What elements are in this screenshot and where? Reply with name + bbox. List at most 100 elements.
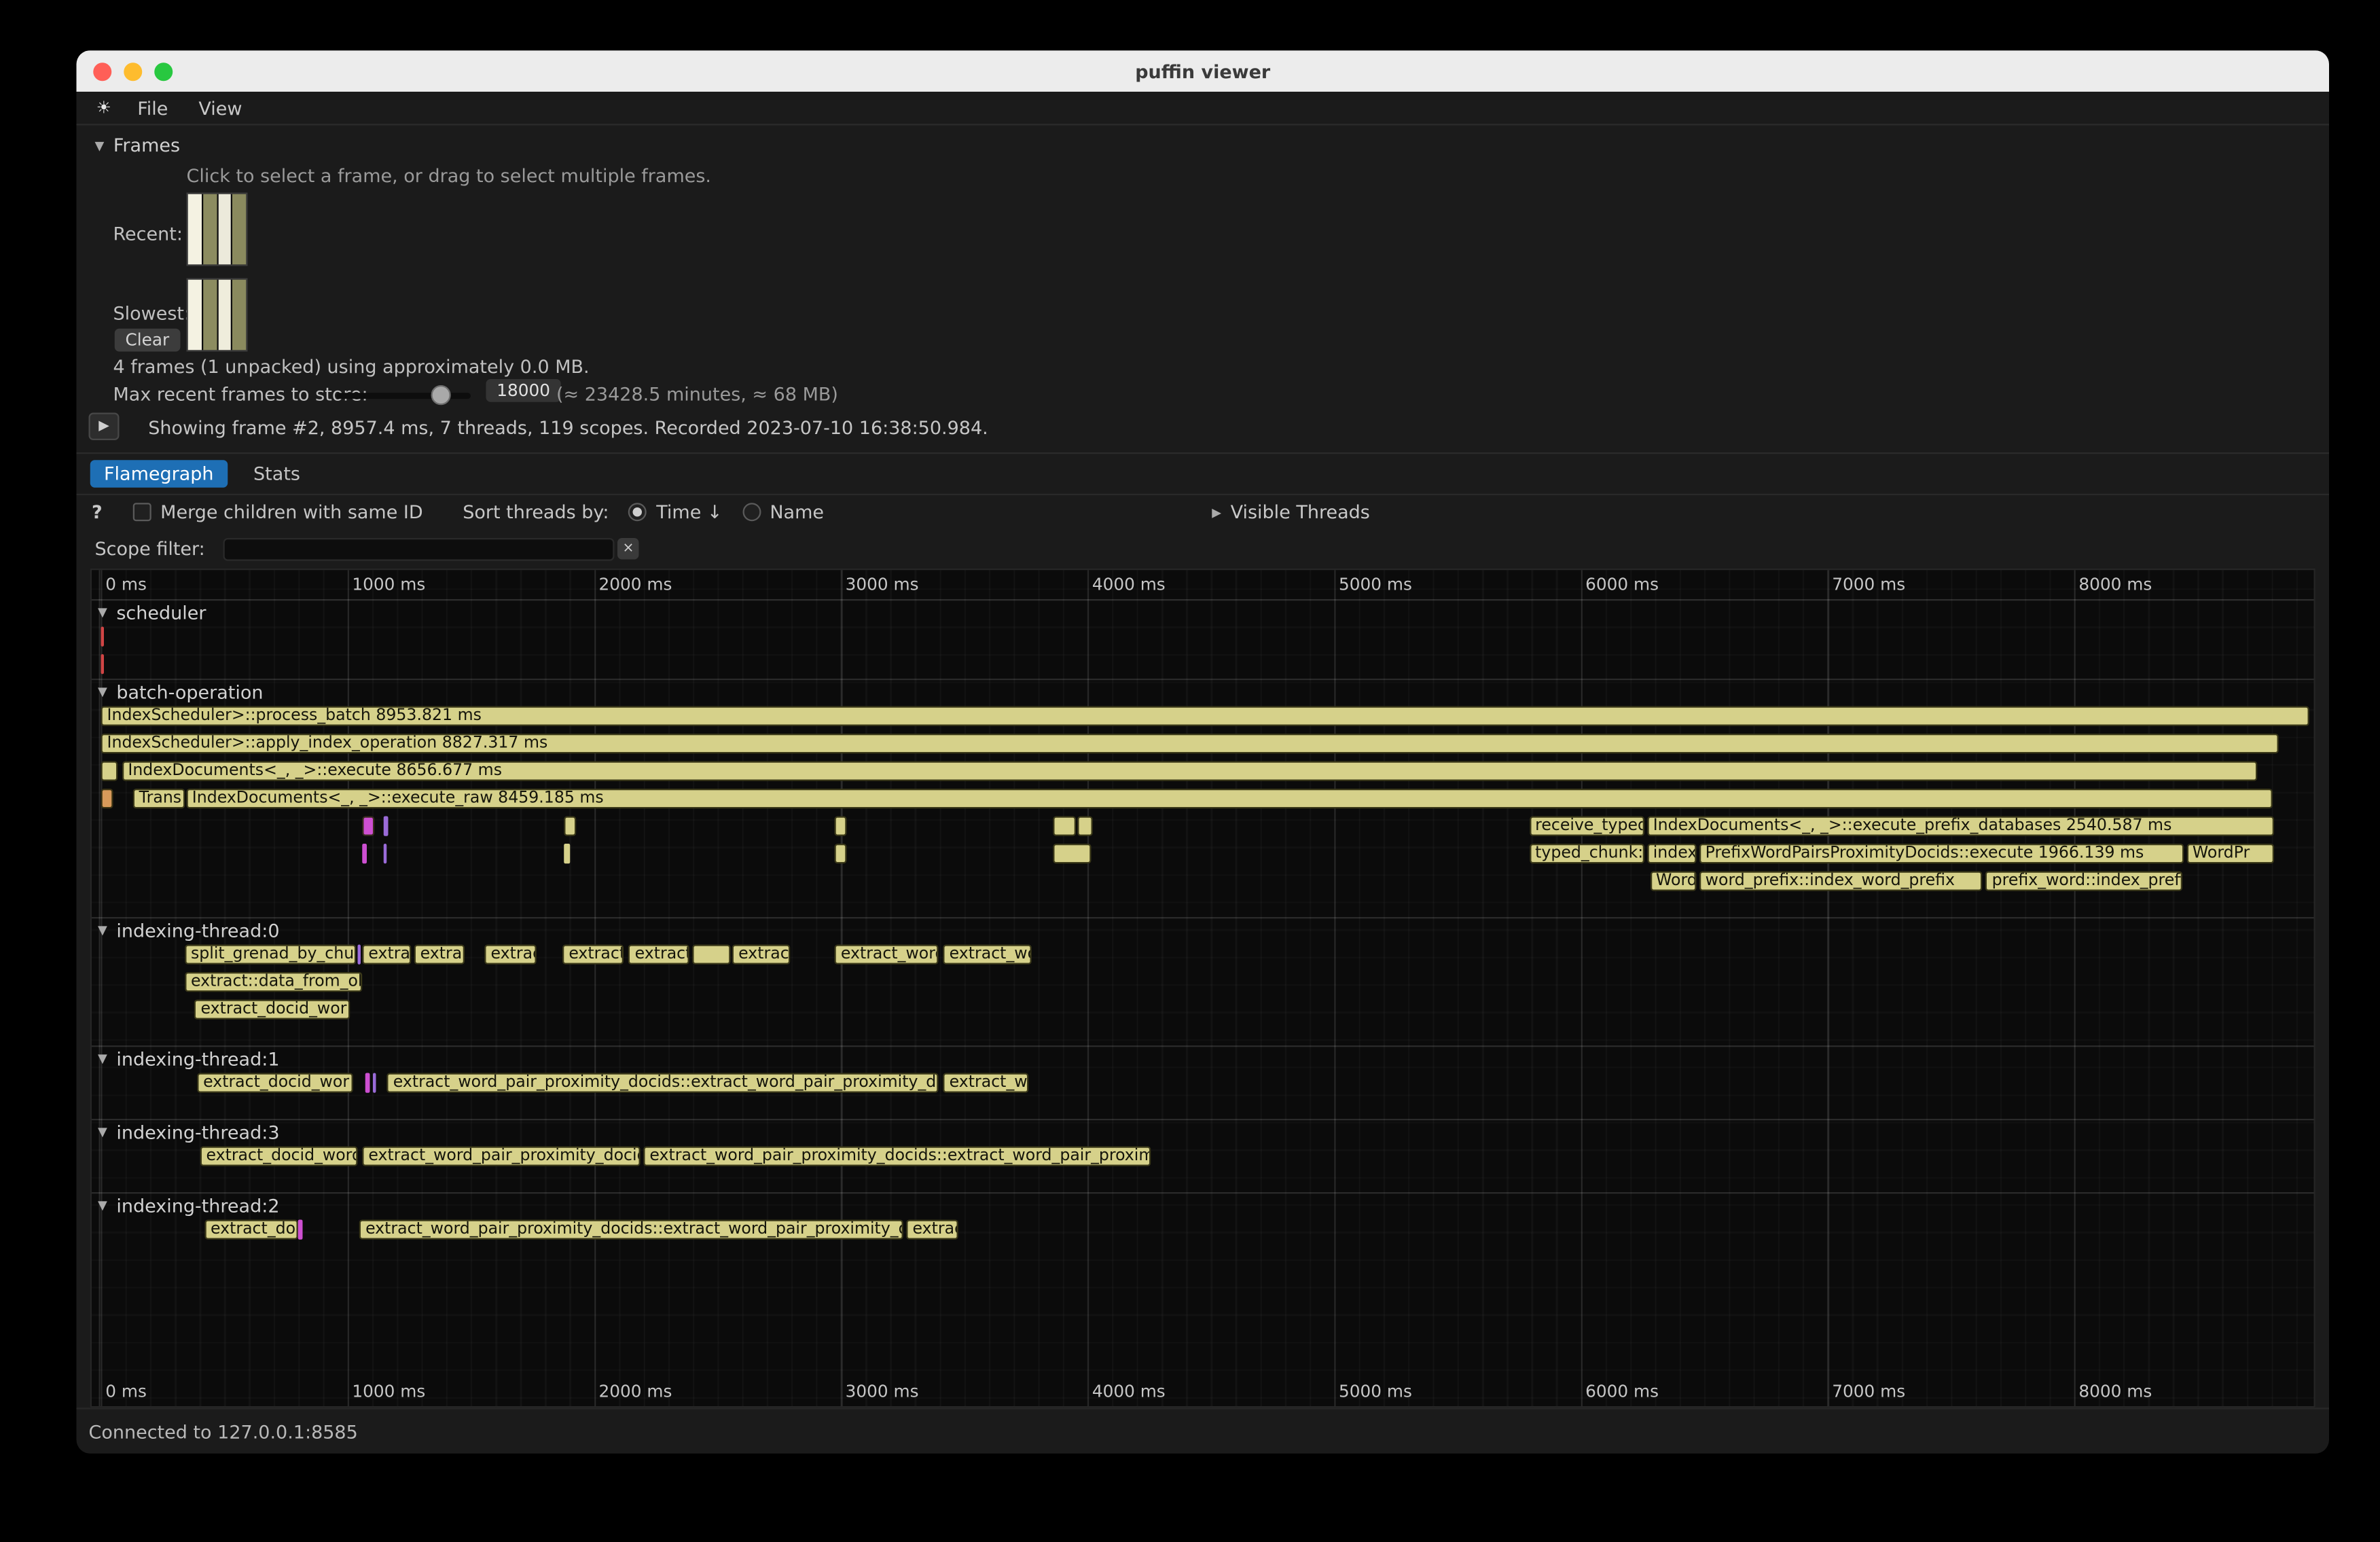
- scope-bar[interactable]: extract: [732, 945, 790, 965]
- menu-file[interactable]: File: [125, 94, 180, 122]
- scope-bar[interactable]: [298, 1220, 303, 1240]
- scope-bar[interactable]: [101, 654, 105, 674]
- slowest-frames-thumbnail[interactable]: [187, 279, 248, 352]
- sort-name-radio[interactable]: [742, 503, 761, 521]
- scope-bar[interactable]: [1053, 817, 1076, 836]
- scope-bar[interactable]: prefix_word::index_prefix_wo: [1986, 872, 2183, 891]
- scope-bar[interactable]: word_prefix::index_word_prefix: [1699, 872, 1983, 891]
- scope-bar[interactable]: extract_doc: [204, 1220, 298, 1240]
- frame-thumbnail-bar[interactable]: [218, 280, 232, 351]
- clear-button[interactable]: Clear: [115, 329, 180, 352]
- frame-thumbnail-bar[interactable]: [188, 280, 202, 351]
- controls-row: ? Merge children with same ID Sort threa…: [77, 495, 2330, 529]
- theme-toggle-button[interactable]: ☀: [89, 96, 120, 120]
- scope-bar[interactable]: [362, 817, 374, 836]
- sort-time-label[interactable]: Time ↓: [656, 501, 722, 523]
- help-button[interactable]: ?: [92, 501, 103, 523]
- scope-bar[interactable]: [835, 817, 847, 836]
- scope-bar[interactable]: split_grenad_by_chun: [185, 945, 356, 965]
- scope-bar[interactable]: [358, 945, 361, 965]
- scope-bar[interactable]: extract_: [362, 945, 411, 965]
- menu-view[interactable]: View: [186, 94, 254, 122]
- scope-bar[interactable]: extract_word_pair_proximity_docids: [362, 1147, 641, 1166]
- frame-thumbnail-bar[interactable]: [203, 194, 217, 265]
- scope-bar[interactable]: extra: [414, 945, 465, 965]
- merge-checkbox[interactable]: [133, 503, 151, 521]
- flamegraph-canvas[interactable]: 0 ms1000 ms2000 ms3000 ms4000 ms5000 ms6…: [90, 569, 2315, 1407]
- scope-bar[interactable]: extract_docid_wor: [197, 1073, 353, 1093]
- scope-bar[interactable]: extract_docid_word: [200, 1147, 357, 1166]
- scope-bar[interactable]: [384, 844, 386, 863]
- play-button[interactable]: ▶: [89, 413, 120, 441]
- scope-bar[interactable]: index: [1647, 844, 1697, 863]
- tab-stats[interactable]: Stats: [247, 460, 306, 488]
- scope-bar[interactable]: IndexDocuments<_, _>::execute_prefix_dat…: [1647, 817, 2274, 836]
- tab-flamegraph[interactable]: Flamegraph: [90, 460, 228, 488]
- scope-bar[interactable]: extract_word_pair_proximity_docids::extr…: [643, 1147, 1151, 1166]
- visible-threads-collapser[interactable]: ▶ Visible Threads: [1212, 501, 1370, 523]
- max-frames-slider[interactable]: [336, 393, 471, 399]
- sort-time-radio[interactable]: [629, 503, 647, 521]
- clear-filter-button[interactable]: ×: [617, 538, 639, 560]
- thread-collapse-header[interactable]: ▼indexing-thread:0: [92, 918, 2314, 942]
- scope-bar[interactable]: typed_chunk::w: [1529, 844, 1644, 863]
- scope-bar[interactable]: extract_: [562, 945, 624, 965]
- merge-label[interactable]: Merge children with same ID: [160, 501, 423, 523]
- scope-bar[interactable]: extract_: [629, 945, 689, 965]
- scope-bar[interactable]: [1078, 817, 1093, 836]
- thread-collapse-header[interactable]: ▼indexing-thread:1: [92, 1047, 2314, 1070]
- scope-bar[interactable]: Word: [1650, 872, 1696, 891]
- scope-bar[interactable]: extract_word: [835, 945, 939, 965]
- scope-bar[interactable]: [362, 844, 366, 863]
- chevron-down-icon: ▼: [98, 685, 107, 698]
- scope-bar[interactable]: extract::data_from_ob: [185, 972, 362, 992]
- scope-bar[interactable]: PrefixWordPairsProximityDocids::execute …: [1699, 844, 2184, 863]
- scope-bar[interactable]: extract_wo: [943, 945, 1032, 965]
- time-axis-tick: 1000 ms: [352, 575, 425, 594]
- time-axis-tick: 6000 ms: [1585, 1382, 1659, 1401]
- scope-filter-row: Scope filter: ×: [77, 529, 2330, 569]
- scope-bar[interactable]: [384, 817, 389, 836]
- scope-bar[interactable]: [101, 761, 118, 781]
- scope-bar[interactable]: extract_docid_wor: [194, 1000, 350, 1020]
- frame-thumbnail-bar[interactable]: [233, 194, 247, 265]
- frames-collapse-header[interactable]: ▼ Frames: [95, 135, 181, 156]
- frame-thumbnail-bar[interactable]: [233, 280, 247, 351]
- scope-bar[interactable]: [373, 1073, 376, 1093]
- scope-bar[interactable]: [365, 1073, 369, 1093]
- scope-bar[interactable]: [1053, 844, 1090, 863]
- slowest-label: Slowest:: [113, 303, 191, 325]
- scope-bar[interactable]: WordPr: [2186, 844, 2275, 863]
- frame-thumbnail-bar[interactable]: [203, 280, 217, 351]
- time-axis-tick: 3000 ms: [846, 575, 919, 594]
- scope-bar[interactable]: IndexScheduler>::apply_index_operation 8…: [101, 734, 2279, 753]
- scope-bar[interactable]: extrac: [485, 945, 537, 965]
- frame-thumbnail-bar[interactable]: [218, 194, 232, 265]
- play-icon: ▶: [98, 419, 109, 435]
- scope-bar[interactable]: IndexScheduler>::process_batch 8953.821 …: [101, 706, 2310, 726]
- recent-frames-thumbnail[interactable]: [187, 193, 248, 266]
- scope-bar[interactable]: extract_word_pair_proximity_docids::extr…: [387, 1073, 939, 1093]
- scope-bar[interactable]: receive_typed_: [1529, 817, 1644, 836]
- scope-bar[interactable]: IndexDocuments<_, _>::execute 8656.677 m…: [122, 761, 2257, 781]
- scope-bar[interactable]: [563, 817, 575, 836]
- thread-collapse-header[interactable]: ▼indexing-thread:2: [92, 1194, 2314, 1217]
- scope-bar[interactable]: [835, 844, 847, 863]
- scope-bar[interactable]: extract_wo: [943, 1073, 1028, 1093]
- slider-knob[interactable]: [431, 385, 451, 405]
- max-frames-value[interactable]: 18000: [486, 379, 561, 402]
- scope-bar[interactable]: [564, 844, 570, 863]
- thread-collapse-header[interactable]: ▼indexing-thread:3: [92, 1120, 2314, 1143]
- scope-filter-input[interactable]: [223, 537, 615, 560]
- scope-bar[interactable]: extrac: [907, 1220, 958, 1240]
- sort-name-label[interactable]: Name: [770, 501, 824, 523]
- thread-collapse-header[interactable]: ▼batch-operation: [92, 680, 2314, 703]
- scope-bar[interactable]: IndexDocuments<_, _>::execute_raw 8459.1…: [186, 789, 2273, 808]
- scope-bar[interactable]: [693, 945, 730, 965]
- scope-bar[interactable]: Trans: [133, 789, 185, 808]
- scope-bar[interactable]: [101, 627, 105, 647]
- scope-bar[interactable]: [101, 789, 113, 808]
- thread-collapse-header[interactable]: ▼scheduler: [92, 600, 2314, 624]
- scope-bar[interactable]: extract_word_pair_proximity_docids::extr…: [359, 1220, 903, 1240]
- frame-thumbnail-bar[interactable]: [188, 194, 202, 265]
